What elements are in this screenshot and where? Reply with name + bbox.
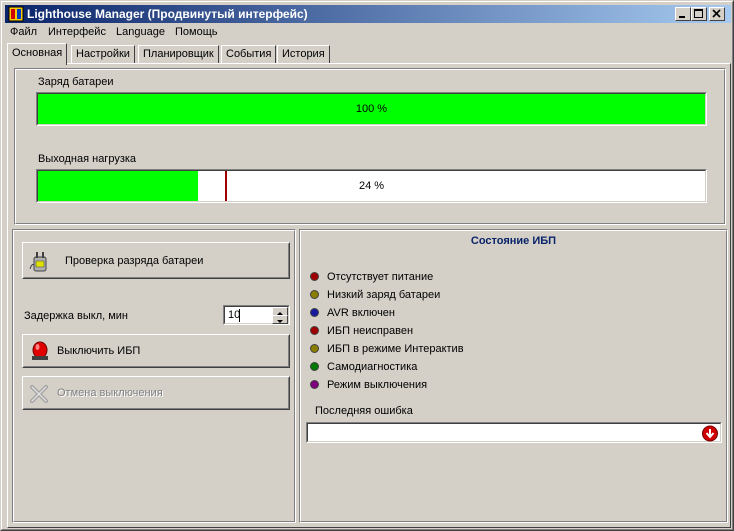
tab-strip: Основная Настройки Планировщик События И… bbox=[7, 43, 731, 65]
text-caret bbox=[239, 309, 240, 322]
battery-test-button[interactable]: Проверка разряда батареи bbox=[22, 242, 290, 279]
led-interactive-mode bbox=[310, 344, 319, 353]
menu-help[interactable]: Помощь bbox=[175, 26, 218, 38]
indicator-label: AVR включен bbox=[327, 307, 395, 319]
battery-progress-bar: 100 % bbox=[36, 92, 707, 126]
led-self-test bbox=[310, 362, 319, 371]
red-alarm-lamp-icon bbox=[32, 341, 48, 360]
maximize-button[interactable] bbox=[691, 7, 707, 21]
load-value: 24 % bbox=[358, 180, 385, 192]
menu-file[interactable]: Файл bbox=[10, 26, 37, 38]
tab-page-main: Заряд батареи 100 % Выходная нагрузка 24… bbox=[7, 63, 731, 528]
load-label: Выходная нагрузка bbox=[38, 153, 137, 165]
minimize-button[interactable] bbox=[675, 7, 691, 21]
delay-label: Задержка выкл, мин bbox=[24, 310, 129, 322]
minimize-icon bbox=[679, 16, 685, 18]
tab-events[interactable]: События bbox=[221, 45, 277, 64]
battery-plug-icon bbox=[29, 252, 47, 272]
battery-label: Заряд батареи bbox=[38, 76, 114, 88]
window-title: Lighthouse Manager (Продвинутый интерфей… bbox=[27, 7, 308, 21]
battery-value: 100 % bbox=[355, 103, 388, 115]
indicator-label: Отсутствует питание bbox=[327, 271, 434, 283]
last-error-label: Последняя ошибка bbox=[315, 405, 413, 417]
title-bar[interactable]: Lighthouse Manager (Продвинутый интерфей… bbox=[5, 5, 731, 23]
indicator-label: Низкий заряд батареи bbox=[327, 289, 441, 301]
last-error-combo[interactable] bbox=[306, 422, 722, 443]
led-avr-on bbox=[310, 308, 319, 317]
indicator-label: Самодиагностика bbox=[327, 361, 418, 373]
tab-settings[interactable]: Настройки bbox=[71, 45, 135, 64]
spin-down-icon bbox=[277, 320, 283, 323]
led-ups-fault bbox=[310, 326, 319, 335]
menu-interface[interactable]: Интерфейс bbox=[48, 26, 106, 38]
close-button[interactable] bbox=[709, 7, 725, 21]
gray-x-icon bbox=[30, 385, 48, 403]
tab-scheduler[interactable]: Планировщик bbox=[138, 45, 219, 64]
tab-main[interactable]: Основная bbox=[7, 43, 68, 65]
cancel-shutdown-button[interactable]: Отмена выключения bbox=[22, 376, 290, 410]
load-progress-bar: 24 % bbox=[36, 169, 707, 203]
controls-group: Проверка разряда батареи Задержка выкл, … bbox=[12, 229, 296, 523]
tab-history[interactable]: История bbox=[277, 45, 330, 64]
spin-down-button[interactable] bbox=[272, 315, 288, 324]
menu-language[interactable]: Language bbox=[116, 26, 165, 38]
delay-spinbox[interactable]: 10 bbox=[223, 305, 290, 325]
indicator-label: Режим выключения bbox=[327, 379, 428, 391]
lighthouse-app-icon bbox=[8, 6, 24, 22]
indicator-label: ИБП неисправен bbox=[327, 325, 414, 337]
led-shutdown-mode bbox=[310, 380, 319, 389]
ups-status-group: Состояние ИБП Отсутствует питание Низкий… bbox=[299, 229, 728, 523]
red-down-arrow-icon[interactable] bbox=[701, 425, 719, 442]
menu-bar: Файл Интерфейс Language Помощь bbox=[5, 24, 733, 42]
main-window: Lighthouse Manager (Продвинутый интерфей… bbox=[0, 0, 734, 531]
close-icon bbox=[712, 9, 721, 18]
indicator-label: ИБП в режиме Интерактив bbox=[327, 343, 464, 355]
led-low-battery bbox=[310, 290, 319, 299]
maximize-icon bbox=[694, 9, 703, 18]
status-title: Состояние ИБП bbox=[470, 235, 557, 247]
levels-group: Заряд батареи 100 % Выходная нагрузка 24… bbox=[14, 68, 726, 225]
led-no-power bbox=[310, 272, 319, 281]
shutdown-button[interactable]: Выключить ИБП bbox=[22, 334, 290, 368]
